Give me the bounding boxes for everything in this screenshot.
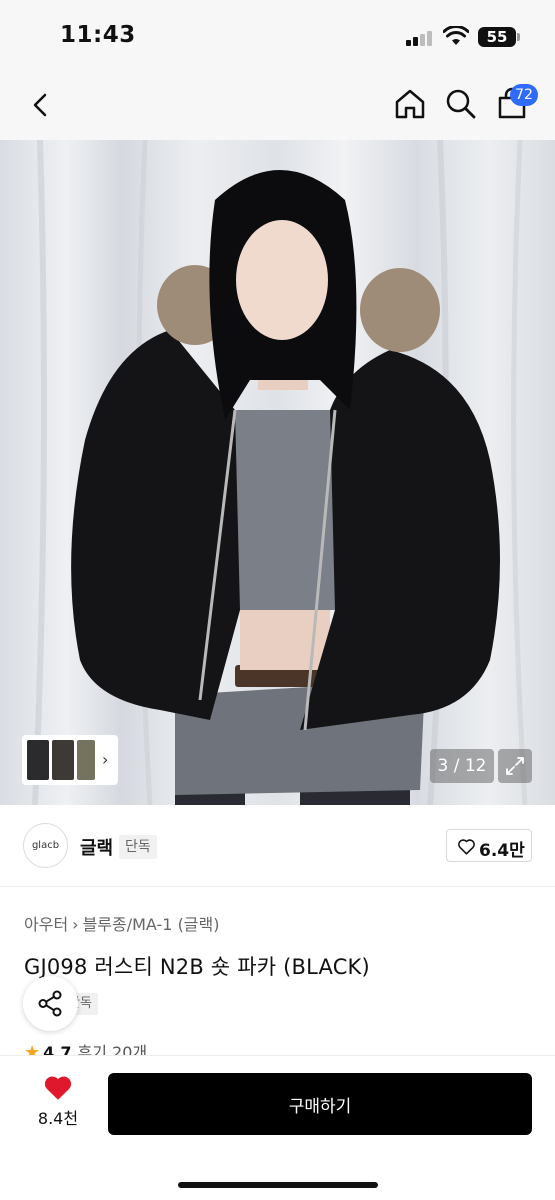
status-time: 11:43 [60,22,136,48]
thumbnail-3[interactable] [77,740,95,780]
brand-name[interactable]: 글랙 [80,834,113,860]
status-bar: 11:43 55 [0,0,555,70]
thumbnail-strip[interactable]: › [22,735,118,785]
brand-like-button[interactable]: 6.4만 [446,829,532,862]
cellular-signal-icon [406,30,434,46]
expand-icon [506,757,524,775]
brand-row: glacb 글랙 단독 6.4만 [0,805,555,887]
breadcrumb: 아우터 › 블루종/MA-1 (글랙) [24,911,220,935]
expand-button[interactable] [498,749,532,783]
brand-exclusive-tag: 단독 [119,835,157,859]
product-image[interactable] [0,140,555,805]
thumbnail-2[interactable] [52,740,74,780]
battery-tip [517,33,520,41]
chevron-left-icon[interactable] [26,90,56,120]
buy-button[interactable]: 구매하기 [108,1073,532,1135]
brand-logo[interactable]: glacb [23,823,68,868]
home-icon[interactable] [392,86,428,122]
navigation-bar [0,70,555,140]
cart-count-badge: 72 [510,84,538,106]
product-title: GJ098 러스티 N2B 숏 파카 (BLACK) [24,955,370,979]
wishlist-button[interactable]: 8.4천 [30,1074,86,1134]
chevron-right-icon: › [72,915,79,934]
wifi-icon [443,26,469,45]
share-icon [38,990,62,1017]
brand-like-count: 6.4만 [479,841,525,861]
battery-indicator: 55 [478,27,516,47]
heart-filled-icon [44,1076,72,1100]
chevron-right-icon[interactable]: › [102,750,108,769]
share-button[interactable] [23,976,78,1031]
thumbnail-1[interactable] [27,740,49,780]
home-indicator [178,1182,378,1188]
bottom-action-bar: 8.4천 구매하기 [0,1055,555,1200]
wishlist-count: 8.4천 [37,1109,79,1128]
heart-outline-icon [458,839,475,855]
model-photo [32,140,528,805]
search-icon[interactable] [444,87,478,121]
breadcrumb-category[interactable]: 아우터 [24,915,68,934]
breadcrumb-subcategory[interactable]: 블루종/MA-1 (글랙) [83,915,220,934]
image-counter: 3 / 12 [430,749,494,783]
